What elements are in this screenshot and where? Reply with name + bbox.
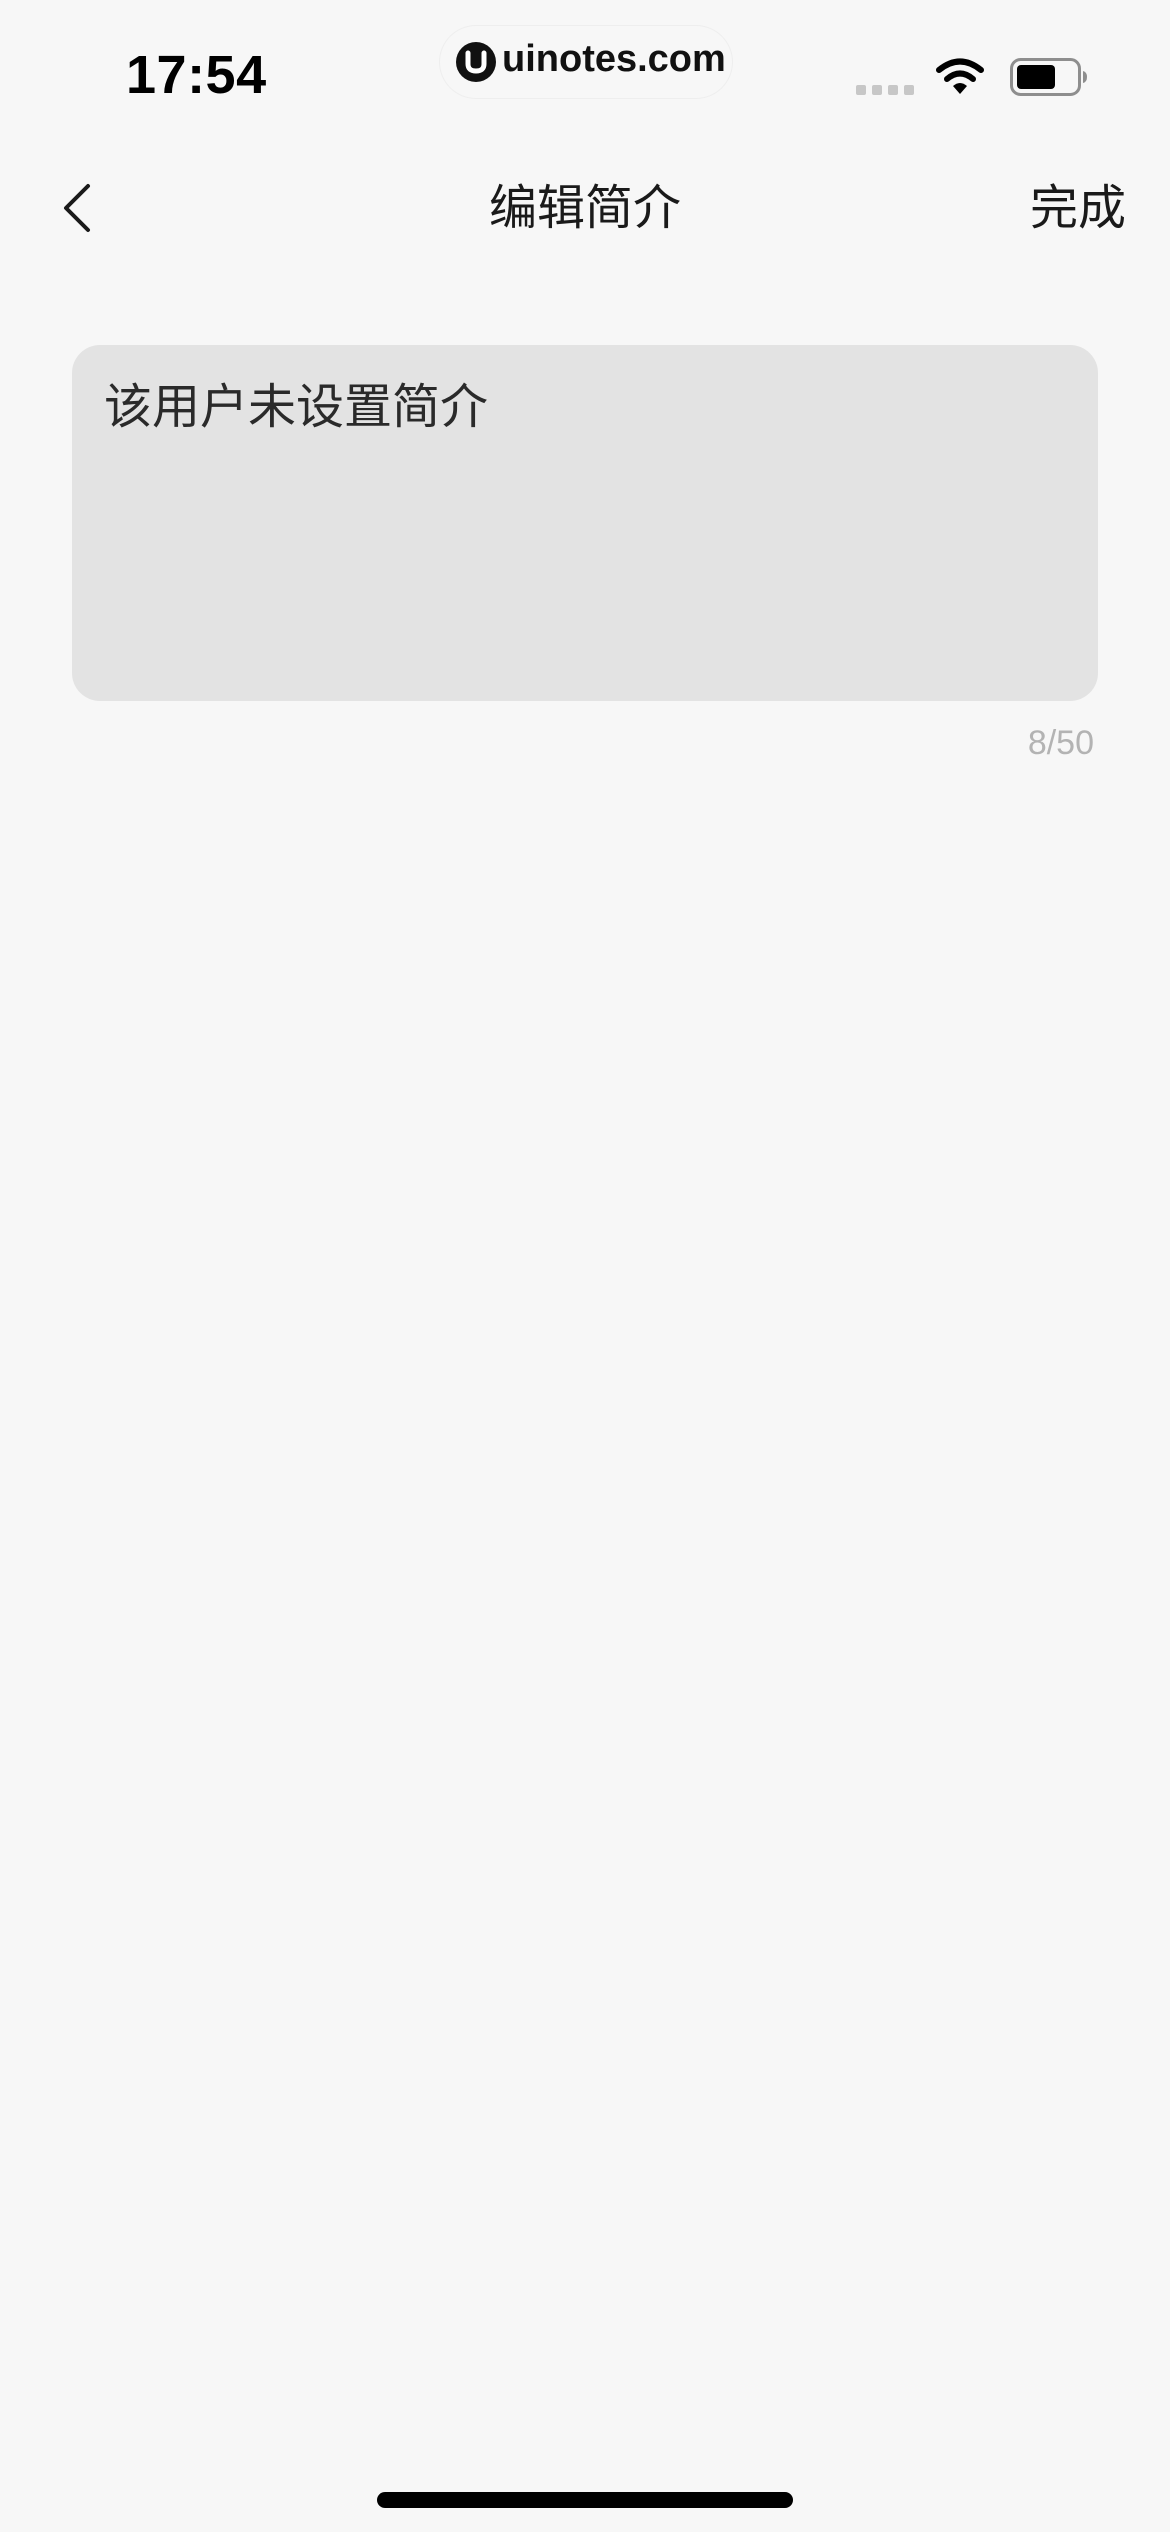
cellular-signal-icon bbox=[856, 85, 916, 95]
character-counter: 8/50 bbox=[1027, 724, 1094, 762]
screen: 17:54 uinotes.com 编辑简介 完成 该用户未设置简介 8/50 bbox=[0, 0, 1170, 2532]
watermark-text: uinotes.com bbox=[502, 38, 726, 80]
wifi-icon bbox=[936, 58, 984, 94]
uinotes-logo-icon bbox=[456, 42, 496, 82]
bio-input[interactable]: 该用户未设置简介 bbox=[72, 345, 1098, 701]
page-title: 编辑简介 bbox=[488, 180, 681, 236]
watermark-badge: uinotes.com bbox=[440, 26, 732, 98]
battery-icon bbox=[1010, 58, 1087, 96]
done-button[interactable]: 完成 bbox=[1030, 176, 1126, 240]
home-indicator[interactable] bbox=[377, 2492, 793, 2508]
bio-text[interactable]: 该用户未设置简介 bbox=[104, 375, 1066, 439]
status-time: 17:54 bbox=[126, 45, 267, 105]
